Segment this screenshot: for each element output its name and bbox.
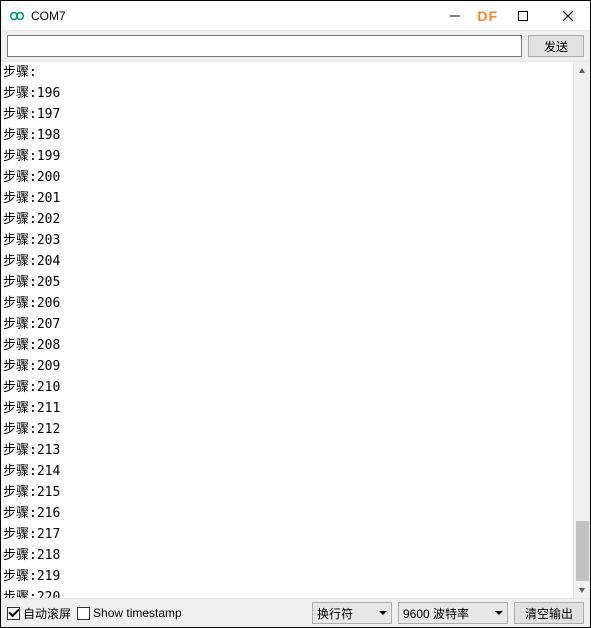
autoscroll-checkbox[interactable]: 自动滚屏 xyxy=(7,605,71,622)
baud-rate-value: 9600 波特率 xyxy=(403,605,469,622)
clear-output-button[interactable]: 清空输出 xyxy=(514,602,584,624)
scroll-down-arrow[interactable] xyxy=(574,581,590,598)
close-button[interactable] xyxy=(545,1,590,30)
output-line: 步骤:197 xyxy=(3,104,573,125)
scroll-up-arrow[interactable] xyxy=(574,62,590,79)
arduino-icon xyxy=(9,8,25,24)
watermark-text: DF xyxy=(477,8,498,24)
line-ending-value: 换行符 xyxy=(317,605,353,622)
output-line: 步骤:207 xyxy=(3,314,573,335)
output-line: 步骤:217 xyxy=(3,524,573,545)
serial-output: 步骤:步骤:196步骤:197步骤:198步骤:199步骤:200步骤:201步… xyxy=(1,62,573,598)
output-line: 步骤:212 xyxy=(3,419,573,440)
maximize-button[interactable] xyxy=(500,1,545,30)
output-line: 步骤:206 xyxy=(3,293,573,314)
checkbox-icon xyxy=(7,607,20,620)
output-line: 步骤:205 xyxy=(3,272,573,293)
send-button[interactable]: 发送 xyxy=(528,35,584,57)
output-line: 步骤:214 xyxy=(3,461,573,482)
titlebar: COM7 DF xyxy=(1,1,590,31)
timestamp-label: Show timestamp xyxy=(93,606,182,620)
output-line: 步骤:200 xyxy=(3,167,573,188)
minimize-button[interactable] xyxy=(432,1,477,30)
output-line: 步骤: xyxy=(3,62,573,83)
output-line: 步骤:204 xyxy=(3,251,573,272)
chevron-down-icon xyxy=(379,611,387,615)
vertical-scrollbar[interactable] xyxy=(573,62,590,598)
output-line: 步骤:211 xyxy=(3,398,573,419)
checkbox-icon xyxy=(77,607,90,620)
output-line: 步骤:198 xyxy=(3,125,573,146)
output-line: 步骤:215 xyxy=(3,482,573,503)
window-title: COM7 xyxy=(31,9,66,23)
output-area-wrap: 步骤:步骤:196步骤:197步骤:198步骤:199步骤:200步骤:201步… xyxy=(1,61,590,599)
window-controls: DF xyxy=(432,1,590,30)
output-line: 步骤:203 xyxy=(3,230,573,251)
output-line: 步骤:210 xyxy=(3,377,573,398)
autoscroll-label: 自动滚屏 xyxy=(23,605,71,622)
input-row: 发送 xyxy=(1,31,590,61)
output-line: 步骤:199 xyxy=(3,146,573,167)
output-line: 步骤:219 xyxy=(3,566,573,587)
timestamp-checkbox[interactable]: Show timestamp xyxy=(77,606,182,620)
output-line: 步骤:201 xyxy=(3,188,573,209)
output-line: 步骤:218 xyxy=(3,545,573,566)
output-line: 步骤:213 xyxy=(3,440,573,461)
output-line: 步骤:202 xyxy=(3,209,573,230)
output-line: 步骤:209 xyxy=(3,356,573,377)
serial-input[interactable] xyxy=(7,35,522,57)
scroll-thumb[interactable] xyxy=(576,521,589,581)
line-ending-select[interactable]: 换行符 xyxy=(312,602,392,624)
output-line: 步骤:208 xyxy=(3,335,573,356)
output-line: 步骤:216 xyxy=(3,503,573,524)
output-line: 步骤:196 xyxy=(3,83,573,104)
baud-rate-select[interactable]: 9600 波特率 xyxy=(398,602,508,624)
output-line: 步骤:220 xyxy=(3,587,573,598)
chevron-down-icon xyxy=(495,611,503,615)
bottombar: 自动滚屏 Show timestamp 换行符 9600 波特率 清空输出 xyxy=(1,599,590,627)
